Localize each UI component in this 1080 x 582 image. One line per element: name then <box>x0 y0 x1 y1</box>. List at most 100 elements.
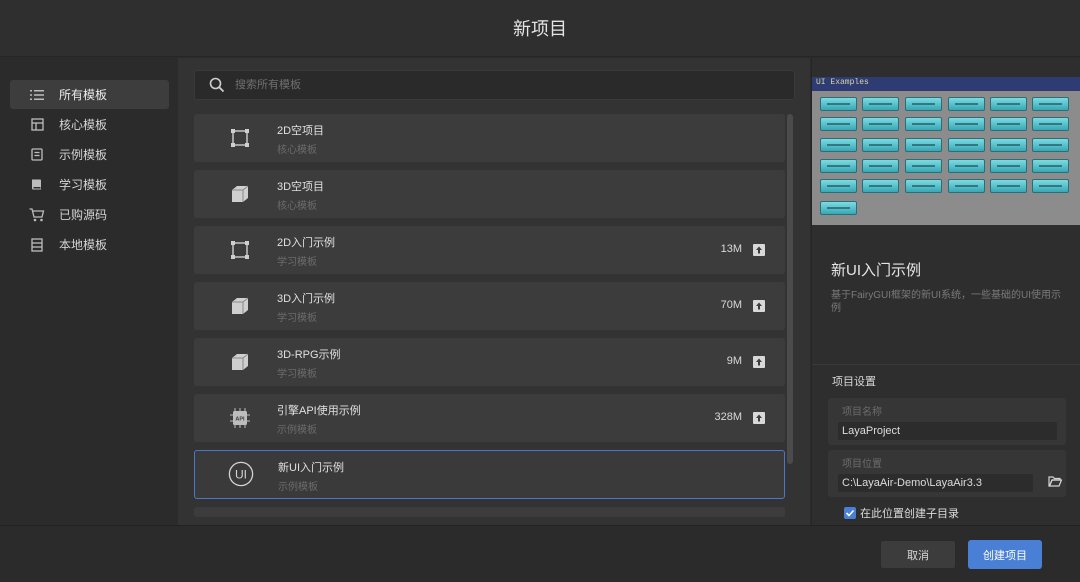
3d-cube-icon <box>227 293 253 319</box>
template-name: 引擎API使用示例 <box>277 405 361 417</box>
template-card-2d-empty[interactable]: 2D空项目 核心模板 <box>194 114 785 162</box>
project-location-label: 项目位置 <box>842 459 882 470</box>
sidebar-item-label: 核心模板 <box>59 118 108 132</box>
preview-example-button <box>820 138 857 152</box>
detail-description: 基于FairyGUI框架的新UI系统，一些基础的UI使用示例 <box>831 290 1061 314</box>
create-subdir-label: 在此位置创建子目录 <box>860 508 959 520</box>
cart-icon <box>29 207 45 223</box>
template-name: 2D入门示例 <box>277 237 336 249</box>
project-location-input[interactable] <box>838 474 1033 492</box>
3d-cube-icon <box>227 349 253 375</box>
project-settings-title: 项目设置 <box>832 376 876 388</box>
sidebar-item-label: 已购源码 <box>59 208 108 222</box>
template-name: 3D-RPG示例 <box>277 349 341 361</box>
preview-example-button <box>820 179 857 193</box>
sidebar-item-learning-templates[interactable]: 学习模板 <box>10 170 169 199</box>
svg-text:UI: UI <box>235 468 247 482</box>
detail-template-name: 新UI入门示例 <box>831 262 922 279</box>
template-category: 示例模板 <box>277 425 317 436</box>
template-card-3d-rpg[interactable]: 3D-RPG示例 学习模板 9M <box>194 338 785 386</box>
sidebar-item-local-templates[interactable]: 本地模板 <box>10 230 169 259</box>
project-location-field-group: 项目位置 <box>828 450 1066 497</box>
preview-example-button <box>905 159 942 173</box>
sidebar-item-label: 本地模板 <box>59 238 108 252</box>
sidebar-item-purchased-source[interactable]: 已购源码 <box>10 200 169 229</box>
preview-example-button <box>862 179 899 193</box>
preview-example-button <box>1032 138 1069 152</box>
template-card-new-ui-intro[interactable]: UI 新UI入门示例 示例模板 <box>194 450 785 499</box>
sidebar: 所有模板 核心模板 示例模板 学习模板 已购源码 本地模板 <box>0 58 178 525</box>
cancel-button[interactable]: 取消 <box>880 540 956 569</box>
search-input[interactable] <box>235 79 775 91</box>
preview-example-button <box>820 117 857 131</box>
title-bar: 新项目 <box>0 0 1080 57</box>
preview-example-button <box>990 97 1027 111</box>
3d-cube-icon <box>227 181 253 207</box>
sidebar-item-all-templates[interactable]: 所有模板 <box>10 80 169 109</box>
template-card-3d-intro[interactable]: 3D入门示例 学习模板 70M <box>194 282 785 330</box>
sidebar-item-example-templates[interactable]: 示例模板 <box>10 140 169 169</box>
divider <box>812 364 1080 365</box>
preview-example-button <box>820 97 857 111</box>
preview-example-button <box>862 138 899 152</box>
template-detail-panel: UI Examples 新UI入门示例 基于FairyGUI框架的新UI系统，一… <box>811 58 1080 525</box>
search-icon <box>209 77 225 93</box>
preview-title: UI Examples <box>816 78 869 87</box>
download-icon[interactable] <box>752 411 766 425</box>
template-card-engine-api[interactable]: API 引擎API使用示例 示例模板 328M <box>194 394 785 442</box>
template-card-2d-intro[interactable]: 2D入门示例 学习模板 13M <box>194 226 785 274</box>
book-icon <box>29 177 45 193</box>
template-category: 学习模板 <box>277 257 317 268</box>
download-icon[interactable] <box>752 243 766 257</box>
window-title: 新项目 <box>513 19 567 39</box>
preview-example-button <box>948 179 985 193</box>
preview-example-button <box>948 117 985 131</box>
api-chip-icon: API <box>227 405 253 431</box>
template-name: 3D空项目 <box>277 181 325 193</box>
sidebar-item-core-templates[interactable]: 核心模板 <box>10 110 169 139</box>
preview-example-button <box>820 201 857 215</box>
project-name-label: 项目名称 <box>842 407 882 418</box>
project-name-input[interactable] <box>838 422 1057 440</box>
download-icon[interactable] <box>752 299 766 313</box>
svg-text:API: API <box>235 417 245 423</box>
preview-example-button <box>862 97 899 111</box>
template-size: 9M <box>726 355 742 367</box>
preview-example-button <box>948 97 985 111</box>
template-card-3d-empty[interactable]: 3D空项目 核心模板 <box>194 170 785 218</box>
preview-example-button <box>862 117 899 131</box>
sidebar-item-label: 示例模板 <box>59 148 108 162</box>
preview-example-button <box>990 117 1027 131</box>
template-category: 学习模板 <box>277 369 317 380</box>
preview-example-button <box>820 159 857 173</box>
preview-example-button <box>905 179 942 193</box>
list-icon <box>29 87 45 103</box>
preview-example-button <box>905 117 942 131</box>
template-size: 13M <box>720 243 742 255</box>
sidebar-item-label: 学习模板 <box>59 178 108 192</box>
template-name: 2D空项目 <box>277 125 325 137</box>
preview-example-button <box>1032 117 1069 131</box>
example-template-icon <box>29 147 45 163</box>
template-card-partial[interactable] <box>194 507 785 517</box>
template-category: 示例模板 <box>278 482 318 493</box>
template-size: 328M <box>714 411 742 423</box>
create-project-button[interactable]: 创建项目 <box>968 540 1042 569</box>
list-scrollbar[interactable] <box>787 114 793 464</box>
create-subdir-option[interactable]: 在此位置创建子目录 <box>844 505 959 521</box>
preview-example-button <box>990 138 1027 152</box>
download-icon[interactable] <box>752 355 766 369</box>
ui-circle-icon: UI <box>228 461 254 487</box>
create-subdir-checkbox[interactable] <box>844 507 856 519</box>
local-template-icon <box>29 237 45 253</box>
folder-open-icon[interactable] <box>1048 475 1063 489</box>
template-name: 3D入门示例 <box>277 293 336 305</box>
template-list-panel: 2D空项目 核心模板 3D空项目 核心模板 2D入门示例 学习模板 13M 3D… <box>178 58 810 525</box>
preview-example-button <box>905 97 942 111</box>
template-size: 70M <box>720 299 742 311</box>
template-category: 学习模板 <box>277 313 317 324</box>
preview-example-button <box>1032 179 1069 193</box>
template-category: 核心模板 <box>277 145 317 156</box>
template-name: 新UI入门示例 <box>278 462 344 474</box>
template-preview-image: UI Examples <box>812 77 1080 225</box>
